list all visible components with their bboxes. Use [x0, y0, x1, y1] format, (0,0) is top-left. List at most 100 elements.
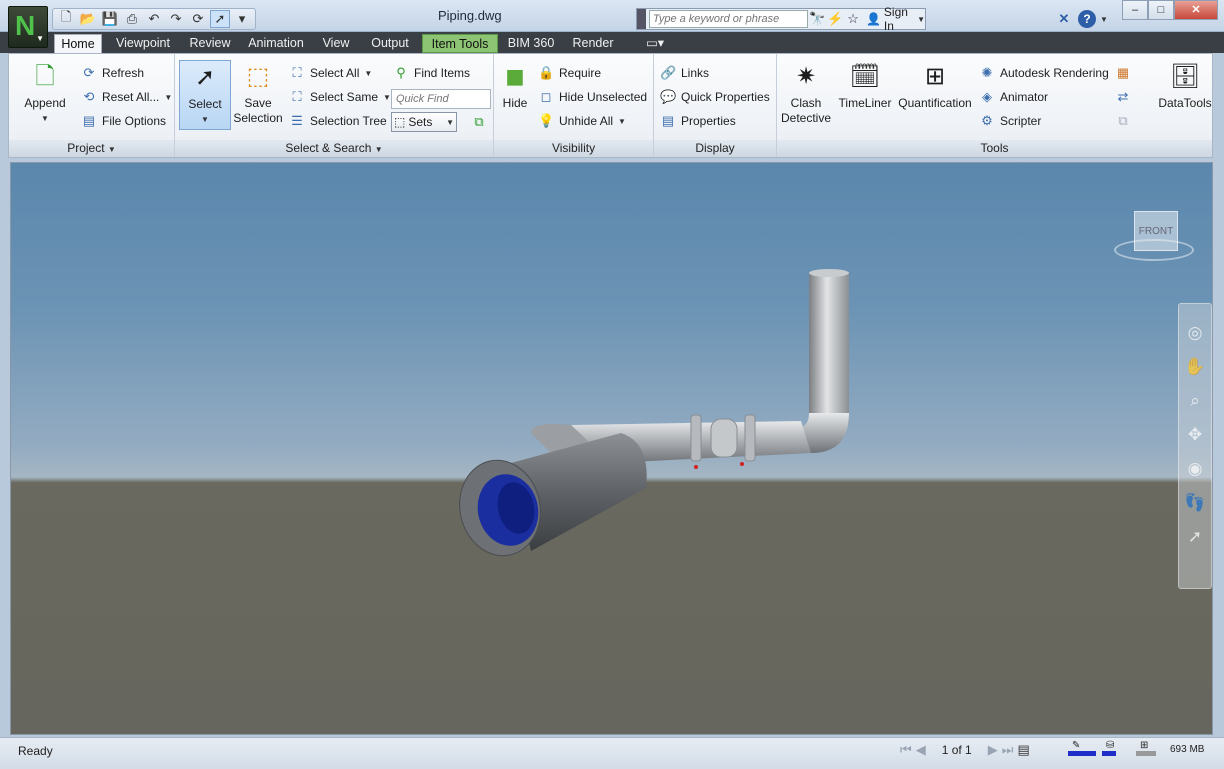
select-all-icon: ⛶ — [292, 65, 302, 80]
flange-left[interactable] — [690, 414, 702, 462]
maximize-button[interactable]: □ — [1148, 0, 1174, 20]
properties-button[interactable]: ▤ Properties — [660, 111, 736, 131]
refresh-icon[interactable]: ⟳ — [188, 10, 208, 28]
valve-body[interactable] — [710, 418, 738, 458]
subscription-icon[interactable]: ⚡ — [826, 11, 844, 27]
redo-icon[interactable]: ↷ — [166, 10, 186, 28]
refresh-label: Refresh — [102, 66, 145, 80]
tab-output[interactable]: Output — [362, 34, 418, 53]
page-indicator: 1 of 1 — [941, 743, 972, 757]
clash-detective-button[interactable]: ✷ Clash Detective — [777, 60, 835, 126]
walk-footprints-icon[interactable]: 👣 — [1183, 492, 1207, 514]
scripter-button[interactable]: ⚙ Scripter — [979, 111, 1041, 131]
autodesk-rendering-button[interactable]: ✺ Autodesk Rendering — [979, 63, 1109, 83]
pan-hand-icon[interactable]: ✋ — [1183, 356, 1207, 378]
select-button[interactable]: ➚ Select ▼ — [179, 60, 231, 130]
select-all-button[interactable]: ⛶ Select All ▼ — [289, 63, 372, 83]
keyword-search-input[interactable] — [648, 10, 809, 28]
infocenter-grip[interactable] — [637, 9, 646, 29]
panel-title-project[interactable]: Project ▼ — [9, 140, 174, 157]
panel-title-select-search[interactable]: Select & Search ▼ — [175, 140, 493, 157]
viewcube[interactable]: FRONT — [1114, 203, 1194, 263]
flange-right[interactable] — [744, 414, 756, 462]
append-button[interactable]: 🗋 Append ▼ — [15, 60, 75, 126]
timeliner-button[interactable]: 🗓 TimeLiner — [837, 60, 893, 111]
next-page-icon[interactable]: ▶ — [988, 742, 998, 758]
minimize-button[interactable]: – — [1122, 0, 1148, 20]
find-items-icon: ⚲ — [396, 65, 406, 80]
require-button[interactable]: 🔒 Require — [538, 63, 601, 83]
sets-dropdown[interactable]: ⬚ Sets ▼ — [391, 112, 457, 132]
tab-item-tools[interactable]: Item Tools — [422, 34, 498, 53]
exchange-x-icon[interactable]: ✕ — [1054, 11, 1074, 27]
infocenter: 🔭 ⚡ ☆ 👤Sign In ▼ — [636, 5, 926, 33]
require-icon: 🔒 — [538, 65, 555, 80]
previous-page-icon[interactable]: ◀ — [916, 742, 926, 758]
unhide-all-button[interactable]: 💡 Unhide All ▼ — [538, 111, 626, 131]
look-around-icon[interactable]: ◉ — [1183, 458, 1207, 480]
first-page-icon[interactable]: ⏮ — [900, 742, 912, 758]
sets-label: Sets — [408, 115, 433, 129]
customize-icon[interactable]: ▾ — [232, 10, 252, 28]
status-bar: Ready ⏮ ◀ 1 of 1 ▶ ⏭ ▤ ✎ ⛁ ⊞ 693 MB — [0, 737, 1224, 769]
favorites-star-icon[interactable]: ☆ — [844, 11, 862, 27]
undo-icon[interactable]: ↶ — [144, 10, 164, 28]
help-dropdown-icon[interactable]: ▼ — [1100, 15, 1108, 24]
close-button[interactable]: ✕ — [1174, 0, 1218, 20]
orbit-icon[interactable]: ✥ — [1183, 424, 1207, 446]
animator-icon: ◈ — [982, 89, 992, 104]
tab-render[interactable]: Render — [566, 34, 620, 53]
pipe-model[interactable] — [11, 163, 1213, 735]
scene-viewport[interactable]: FRONT ◎ ✋ ⌕ ✥ ◉ 👣 ➚ — [10, 162, 1213, 735]
steeringwheel-icon[interactable]: ◎ — [1183, 322, 1207, 344]
tab-animation[interactable]: Animation — [242, 34, 310, 53]
refresh-button[interactable]: ⟳ Refresh — [81, 63, 144, 83]
find-items-button[interactable]: ⚲ Find Items — [393, 63, 470, 83]
save-selection-button[interactable]: ⬚ Save Selection — [233, 60, 283, 126]
tab-home[interactable]: Home — [54, 34, 102, 53]
open-icon[interactable]: 📂 — [78, 10, 98, 28]
zoom-window-icon[interactable]: ⌕ — [1183, 390, 1207, 412]
help-icon[interactable]: ? — [1078, 10, 1096, 28]
pipe-riser-end — [809, 269, 849, 277]
quick-find-input[interactable] — [391, 89, 491, 109]
datatools-button[interactable]: 🗄 DataTools — [1157, 60, 1213, 111]
pipe-riser[interactable] — [809, 273, 849, 423]
tab-bim360[interactable]: BIM 360 — [502, 34, 560, 53]
hide-unselected-button[interactable]: ◻ Hide Unselected — [538, 87, 647, 107]
binoculars-icon[interactable]: 🔭 — [808, 11, 826, 27]
tab-view[interactable]: View — [316, 34, 356, 53]
quick-properties-button[interactable]: 💬 Quick Properties — [660, 87, 770, 107]
appearance-profiler-button[interactable]: ▦ — [1115, 63, 1131, 83]
selection-tree-button[interactable]: ☰ Selection Tree — [289, 111, 387, 131]
reset-all-button[interactable]: ⟲ Reset All... ▼ — [81, 87, 173, 107]
hide-button[interactable]: ◼ Hide — [496, 60, 534, 111]
last-page-icon[interactable]: ⏭ — [1002, 742, 1014, 758]
scripter-label: Scripter — [1000, 114, 1042, 128]
links-button[interactable]: 🔗 Links — [660, 63, 709, 83]
animator-button[interactable]: ◈ Animator — [979, 87, 1048, 107]
viewcube-front-face[interactable]: FRONT — [1134, 211, 1178, 251]
application-menu-button[interactable]: N ▼ — [8, 6, 48, 48]
batch-utility-button[interactable]: ⇄ — [1115, 87, 1131, 107]
select-cursor-icon[interactable]: ➚ — [210, 10, 230, 28]
refresh-icon: ⟳ — [83, 65, 95, 80]
print-icon[interactable]: ⎙ — [122, 10, 142, 28]
save-icon[interactable]: 💾 — [100, 10, 120, 28]
select-cursor-icon[interactable]: ➚ — [1183, 526, 1207, 548]
sheet-browser-icon[interactable]: ▤ — [1017, 742, 1029, 758]
ribbon-options-icon[interactable]: ▭▾ — [640, 34, 670, 53]
manage-sets-button[interactable]: ⧉ — [471, 112, 487, 132]
select-same-button[interactable]: ⛶ Select Same ▼ — [289, 87, 391, 107]
window-controls: – □ ✕ — [1122, 0, 1218, 20]
hide-unselected-label: Hide Unselected — [559, 90, 648, 104]
tab-review[interactable]: Review — [184, 34, 236, 53]
chevron-down-icon: ▼ — [41, 114, 49, 123]
properties-icon: ▤ — [661, 113, 675, 128]
quantification-button[interactable]: ⊞ Quantification — [895, 60, 975, 111]
new-icon[interactable]: 🗋 — [56, 9, 76, 28]
tab-viewpoint[interactable]: Viewpoint — [108, 34, 178, 53]
sign-in-button[interactable]: 👤 Sign In ▼ — [866, 5, 925, 33]
file-options-button[interactable]: ▤ File Options — [81, 111, 166, 131]
compare-button[interactable]: ⧉ — [1115, 111, 1131, 131]
